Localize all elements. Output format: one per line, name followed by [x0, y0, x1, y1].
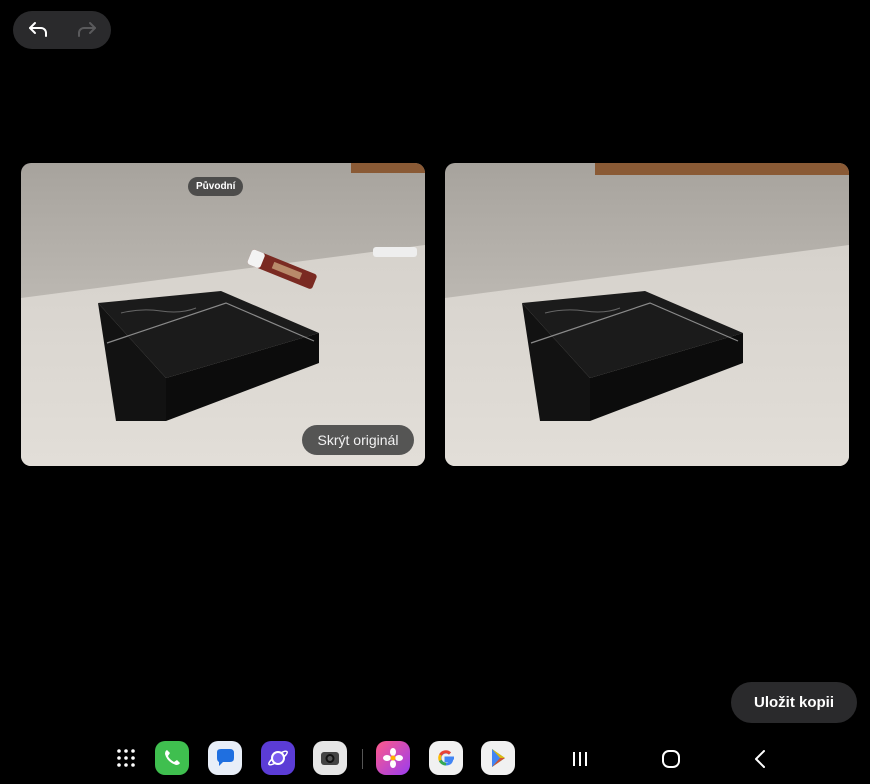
recents-icon [573, 752, 587, 766]
taskbar [0, 738, 870, 780]
original-label-chip: Původní [188, 177, 244, 196]
undo-arrow-icon [28, 22, 47, 37]
internet-app[interactable] [261, 741, 295, 775]
home-button[interactable] [657, 745, 685, 773]
apps-grid-icon [117, 749, 135, 767]
google-app[interactable] [429, 741, 463, 775]
flower-icon [383, 748, 403, 768]
undo-redo-bar [13, 11, 111, 49]
redo-arrow-icon [77, 22, 96, 37]
camera-app[interactable] [313, 741, 347, 775]
original-photo [21, 163, 425, 466]
redo-button[interactable] [62, 11, 111, 49]
recents-button[interactable] [566, 745, 594, 773]
back-button[interactable] [747, 745, 775, 773]
taskbar-divider [362, 749, 363, 769]
play-store-app[interactable] [481, 741, 515, 775]
undo-button[interactable] [13, 11, 62, 49]
play-triangle-icon [492, 749, 505, 767]
home-icon [662, 750, 680, 768]
google-g-icon [438, 750, 454, 766]
messages-app[interactable] [208, 741, 242, 775]
back-chevron-icon [755, 750, 765, 768]
phone-app[interactable] [155, 741, 189, 775]
camera-icon [321, 752, 339, 765]
hide-original-button[interactable]: Skrýt originál [302, 425, 414, 455]
phone-icon [165, 750, 180, 765]
gallery-app[interactable] [376, 741, 410, 775]
planet-icon [268, 750, 288, 766]
message-bubble-icon [217, 749, 234, 766]
edited-photo [445, 163, 849, 466]
save-copy-button[interactable]: Uložit kopii [731, 682, 857, 723]
app-drawer-button[interactable] [109, 741, 143, 775]
